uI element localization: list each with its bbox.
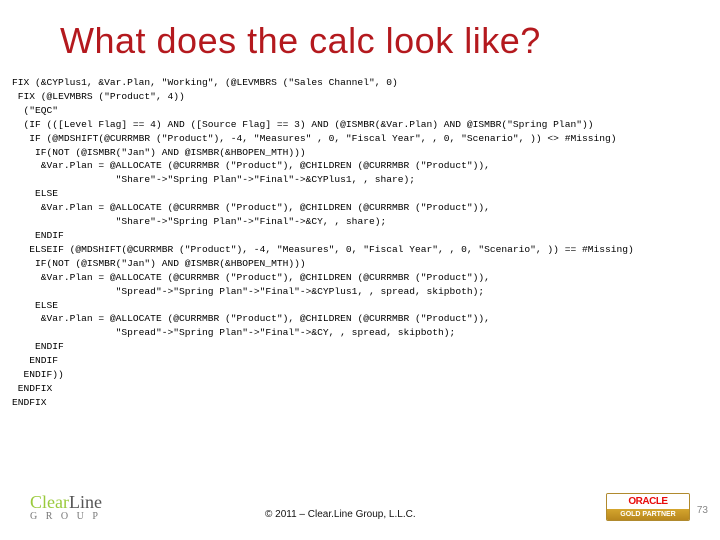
copyright-text: © 2011 – Clear.Line Group, L.L.C. [265, 509, 416, 520]
logo-clear-text: Clear [30, 492, 69, 513]
oracle-top-text: ORACLE [607, 494, 689, 509]
slide: What does the calc look like? FIX (&CYPl… [0, 0, 720, 540]
clearline-wordmark: Clear Line [30, 492, 102, 513]
code-block: FIX (&CYPlus1, &Var.Plan, "Working", (@L… [12, 76, 690, 410]
oracle-bot-text: GOLD PARTNER [607, 509, 689, 520]
clearline-logo: Clear Line G R O U P [30, 492, 102, 522]
slide-title: What does the calc look like? [30, 20, 690, 62]
oracle-badge: ORACLE GOLD PARTNER [606, 493, 690, 521]
logo-line-text: Line [69, 492, 102, 513]
logo-group-text: G R O U P [30, 511, 101, 522]
footer: Clear Line G R O U P © 2011 – Clear.Line… [30, 492, 690, 522]
page-number: 73 [697, 505, 708, 516]
